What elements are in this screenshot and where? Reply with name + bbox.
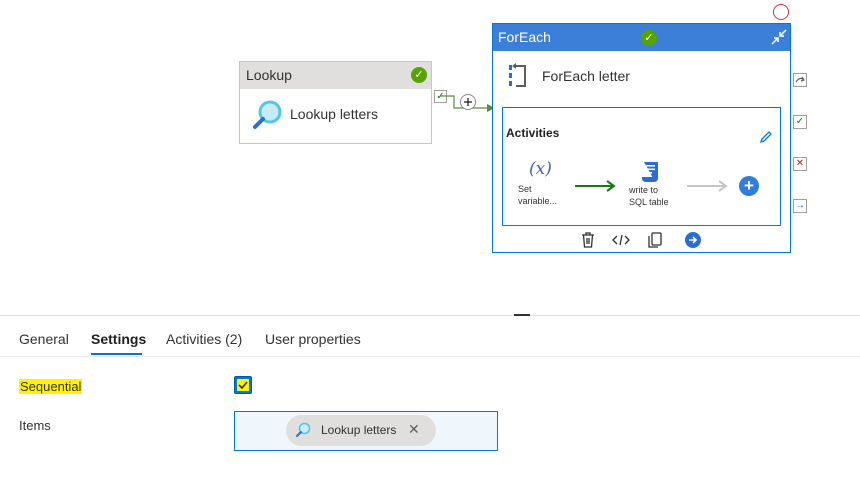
items-expression-field[interactable]: Lookup letters ✕ <box>234 411 498 451</box>
close-icon[interactable]: ✕ <box>408 421 420 438</box>
set-variable-activity-label: Set variable... <box>518 184 558 206</box>
magnifier-icon <box>296 422 311 437</box>
active-tab-indicator <box>91 353 142 355</box>
checkmark-icon <box>238 381 248 390</box>
tab-settings[interactable]: Settings <box>91 331 146 347</box>
sequential-label: Sequential <box>19 379 83 394</box>
complete-icon: → <box>795 200 805 211</box>
inner-activities-container[interactable]: Activities (x) Set variable... write to … <box>502 107 781 226</box>
copy-icon[interactable] <box>646 231 664 249</box>
items-chip-label: Lookup letters <box>321 423 397 437</box>
collapse-icon[interactable] <box>770 28 788 46</box>
tabs-divider <box>0 356 860 357</box>
sequential-checkbox[interactable] <box>234 376 252 394</box>
completion-output-port[interactable]: → <box>793 199 807 213</box>
code-icon[interactable] <box>612 231 630 249</box>
foreach-activity-node[interactable]: ForEach ✓ ForEach letter Activities (x) … <box>492 23 791 253</box>
edit-pencil-icon[interactable] <box>759 130 773 144</box>
lookup-node-header: Lookup ✓ <box>240 62 431 89</box>
pane-resize-handle[interactable] <box>514 314 530 316</box>
success-arrow <box>575 180 616 192</box>
go-to-icon[interactable] <box>684 231 702 249</box>
lookup-activity-name: Lookup letters <box>290 106 378 122</box>
fail-output-port[interactable]: ✕ <box>793 157 807 171</box>
success-output-port[interactable]: ✓ <box>793 115 807 129</box>
magnifier-icon <box>253 100 282 129</box>
add-activity-button[interactable]: + <box>739 176 759 196</box>
lookup-type-label: Lookup <box>246 67 292 83</box>
success-status-icon: ✓ <box>641 30 657 46</box>
tab-general[interactable]: General <box>19 331 69 347</box>
items-label: Items <box>19 418 51 433</box>
fail-icon: ✕ <box>795 158 805 169</box>
tab-user-properties[interactable]: User properties <box>265 331 361 347</box>
script-icon[interactable] <box>640 160 662 184</box>
skip-icon <box>795 76 805 83</box>
pending-arrow <box>687 180 728 192</box>
variable-x-icon[interactable]: (x) <box>529 159 552 179</box>
skip-output-port[interactable] <box>793 73 807 87</box>
error-indicator-icon <box>773 4 789 20</box>
pane-divider <box>0 315 860 316</box>
foreach-activity-name: ForEach letter <box>542 68 630 84</box>
items-expression-chip[interactable]: Lookup letters ✕ <box>286 415 436 446</box>
connector-arrow <box>440 94 495 112</box>
foreach-node-toolbar <box>579 231 719 249</box>
foreach-icon <box>509 63 526 87</box>
lookup-activity-node[interactable]: Lookup ✓ Lookup letters <box>239 61 432 144</box>
foreach-type-label: ForEach <box>498 29 551 45</box>
success-icon: ✓ <box>795 116 805 127</box>
foreach-node-header: ForEach ✓ <box>493 24 790 51</box>
write-to-sql-activity-label: write to SQL table <box>629 185 669 207</box>
inner-activities-title: Activities <box>506 126 560 140</box>
delete-icon[interactable] <box>579 231 597 249</box>
success-status-icon: ✓ <box>411 67 427 83</box>
tab-activities[interactable]: Activities (2) <box>166 331 242 347</box>
